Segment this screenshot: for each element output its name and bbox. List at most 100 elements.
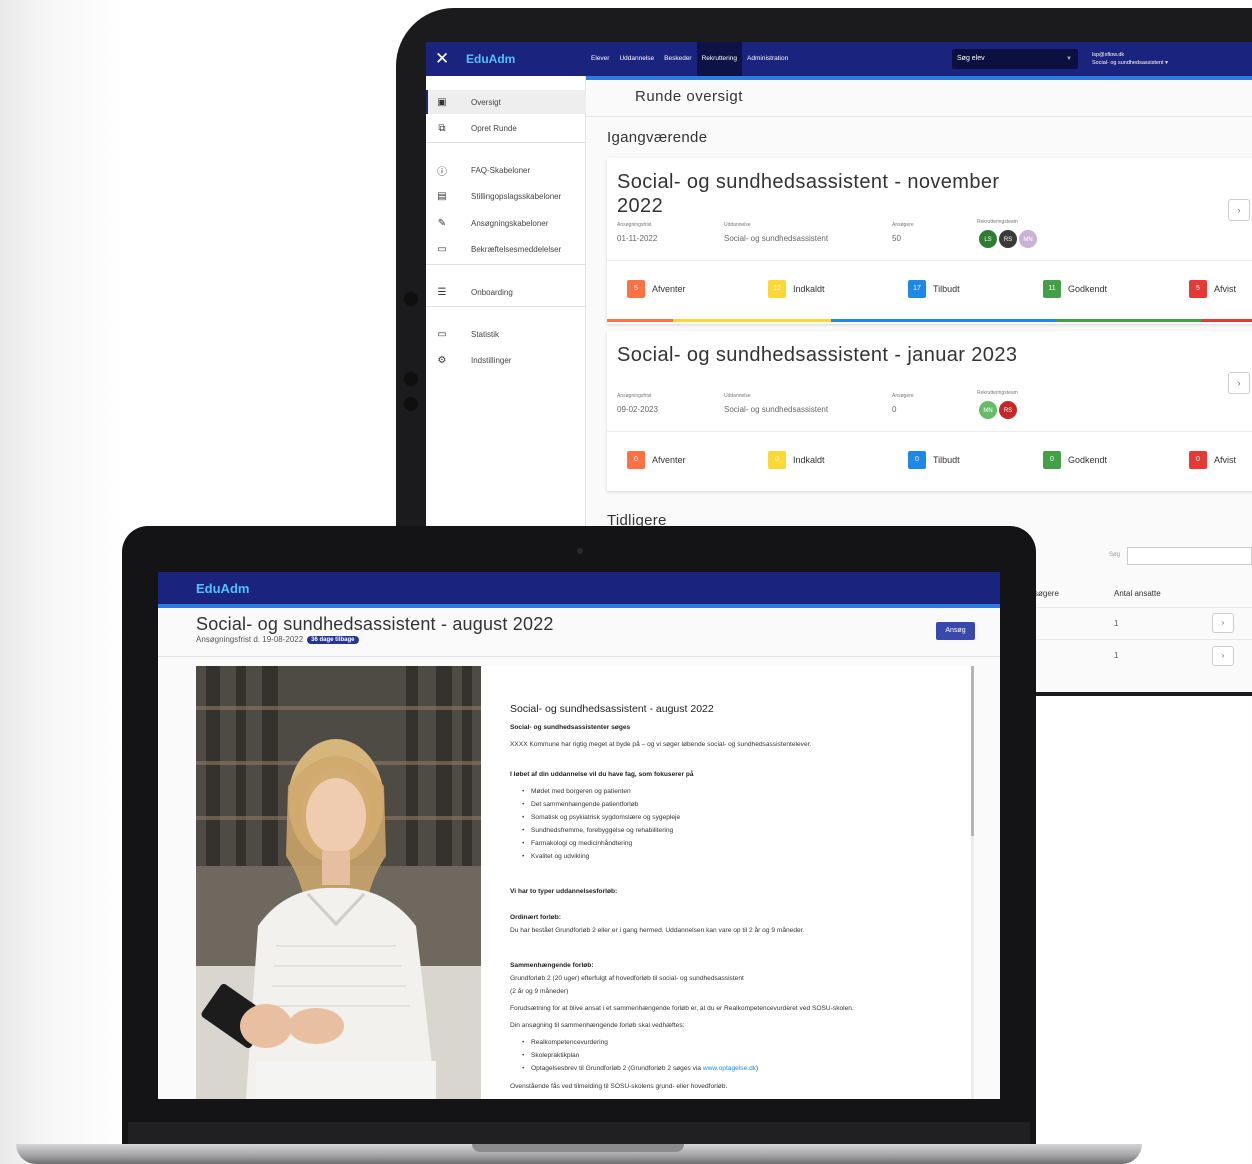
paragraph: Ovenstående fås ved tilmelding til SOSU-… xyxy=(510,1083,728,1090)
table-divider xyxy=(1026,607,1252,608)
nav-rekruttering[interactable]: Rekruttering xyxy=(696,42,743,76)
count-badge: 0 xyxy=(627,451,645,469)
progress-segment xyxy=(1201,319,1252,322)
applicants-value: 0 xyxy=(892,405,897,414)
section-heading-active: Igangværende xyxy=(607,129,708,146)
deadline-text: Ansøgningsfrist d. 19-08-2022 xyxy=(196,635,304,644)
deadline-value: 09-02-2023 xyxy=(617,405,658,414)
top-app-bar: EduAdm xyxy=(158,572,1000,604)
subheading: Vi har to typer uddannelsesforløb: xyxy=(510,888,618,895)
search-student-label: Søg elev xyxy=(957,55,985,62)
document-icon: ▤ xyxy=(437,190,447,202)
divider xyxy=(586,116,1252,117)
paragraph: Din ansøgning til sammenhængende forløb … xyxy=(510,1022,685,1029)
row-open-button[interactable]: › xyxy=(1212,613,1234,633)
count-badge: 0 xyxy=(1043,451,1061,469)
subheading: Social- og sundhedsassistenter søges xyxy=(510,724,631,731)
stat-godkendt[interactable]: 11 Godkendt xyxy=(1043,280,1107,298)
round-card[interactable]: Social- og sundhedsassistent - november … xyxy=(607,158,1252,324)
optagelse-link[interactable]: www.optagelse.dk xyxy=(703,1065,756,1072)
main-nav: Elever Uddannelse Beskeder Rekruttering … xyxy=(586,42,793,76)
stat-tilbudt[interactable]: 0 Tilbudt xyxy=(908,451,960,469)
sidebar-item-statistik[interactable]: ▭ Statistik xyxy=(426,322,586,346)
count-badge: 0 xyxy=(768,451,786,469)
table-search-input[interactable] xyxy=(1127,547,1252,565)
close-icon[interactable]: ✕ xyxy=(435,49,449,69)
open-round-button[interactable]: › xyxy=(1228,199,1250,221)
applicants-value: 50 xyxy=(892,234,901,243)
avatar[interactable]: RS xyxy=(998,400,1018,420)
sidebar-item-label: Bekræftelsesmeddelelser xyxy=(471,244,562,254)
sidebar-item-oversigt[interactable]: ▣ Oversigt xyxy=(426,90,586,114)
column-header[interactable]: Antal ansatte xyxy=(1114,589,1161,598)
stat-label: Tilbudt xyxy=(933,455,960,465)
stat-label: Godkendt xyxy=(1068,284,1108,294)
progress-segment xyxy=(607,319,673,322)
column-header[interactable]: søgere xyxy=(1034,589,1059,598)
nav-elever[interactable]: Elever xyxy=(586,42,614,76)
list-item: Sundhedsfremme, forebyggelse og rehabili… xyxy=(522,827,673,834)
team-label: Rekrutteringsteam xyxy=(977,219,1018,225)
paragraph: Grundforløb 2 (20 uger) efterfulgt af ho… xyxy=(510,975,744,982)
settings-icon: ⚙ xyxy=(437,354,447,366)
camera-icon xyxy=(577,548,583,554)
sidebar-item-indstillinger[interactable]: ⚙ Indstillinger xyxy=(426,348,586,372)
sidebar-item-ansoegning[interactable]: ✎ Ansøgningskabeloner xyxy=(426,211,586,235)
row-open-button[interactable]: › xyxy=(1212,646,1234,666)
scrollbar-thumb[interactable] xyxy=(971,666,974,836)
page-title: Runde oversigt xyxy=(635,88,743,105)
divider xyxy=(426,306,586,307)
open-round-button[interactable]: › xyxy=(1228,372,1250,394)
message-icon: ▭ xyxy=(437,243,447,255)
divider xyxy=(607,431,1252,432)
sidebar-item-stillingopslag[interactable]: ▤ Stillingopslagsskabeloner xyxy=(426,184,586,208)
avatar[interactable]: MN xyxy=(978,400,998,420)
nav-beskeder[interactable]: Beskeder xyxy=(659,42,696,76)
app-brand[interactable]: EduAdm xyxy=(196,581,249,596)
divider xyxy=(426,142,586,143)
stat-label: Afvist xyxy=(1214,284,1237,294)
stat-indkaldt[interactable]: 0 Indkaldt xyxy=(768,451,825,469)
stat-tilbudt[interactable]: 17 Tilbudt xyxy=(908,280,960,298)
search-student-select[interactable]: Søg elev ▼ xyxy=(952,49,1078,69)
applicants-label: Ansøgere xyxy=(892,393,914,399)
pencil-icon: ✎ xyxy=(437,217,447,229)
info-icon: ⓘ xyxy=(437,166,447,178)
deadline-row: Ansøgningsfrist d. 19-08-2022 36 dage ti… xyxy=(196,635,359,644)
subheading: I løbet af din uddannelse vil du have fa… xyxy=(510,771,694,778)
stat-indkaldt[interactable]: 12 Indkaldt xyxy=(768,280,825,298)
sidebar-item-label: Oversigt xyxy=(471,97,501,107)
sidebar-item-faq[interactable]: ⓘ FAQ-Skabeloner xyxy=(426,158,586,182)
applicants-label: Ansøgere xyxy=(892,222,914,228)
copy-icon: ⧉ xyxy=(438,122,446,134)
list-item: Kvalitet og udvikling xyxy=(522,853,589,860)
sidebar-item-onboarding[interactable]: ☰ Onboarding xyxy=(426,280,586,304)
round-card[interactable]: Social- og sundhedsassistent - januar 20… xyxy=(607,331,1252,491)
sidebar-item-bekraeftelse[interactable]: ▭ Bekræftelsesmeddelelser xyxy=(426,237,586,261)
monitor-button xyxy=(404,292,418,306)
avatar[interactable]: MN xyxy=(1018,229,1038,249)
stat-godkendt[interactable]: 0 Godkendt xyxy=(1043,451,1107,469)
nav-uddannelse[interactable]: Uddannelse xyxy=(614,42,659,76)
divider xyxy=(426,264,586,265)
sidebar-item-opret-runde[interactable]: ⧉ Opret Runde xyxy=(426,116,586,140)
progress-segment xyxy=(1055,319,1201,322)
avatar[interactable]: LS xyxy=(978,229,998,249)
list-item: Somatisk og psykiatrisk sygdomslære og s… xyxy=(522,814,680,821)
count-badge: 17 xyxy=(908,280,926,298)
user-menu[interactable]: lsp@xflow.dk Social- og sundhedsassisten… xyxy=(1092,51,1168,67)
stat-label: Indkaldt xyxy=(793,455,825,465)
education-value: Social- og sundhedsassistent xyxy=(724,234,829,243)
stat-afvist[interactable]: 0 Afvist xyxy=(1189,451,1236,469)
top-app-bar: ✕ EduAdm Elever Uddannelse Beskeder Rekr… xyxy=(426,42,1252,76)
apply-button[interactable]: Ansøg xyxy=(936,622,975,640)
sidebar-item-label: Statistik xyxy=(471,329,500,339)
nav-administration[interactable]: Administration xyxy=(742,42,793,76)
stat-afvist[interactable]: 5 Afvist xyxy=(1189,280,1236,298)
topbar-accent-line xyxy=(586,76,1252,80)
avatar[interactable]: RS xyxy=(998,229,1018,249)
stat-afventer[interactable]: 0 Afventer xyxy=(627,451,686,469)
app-brand[interactable]: EduAdm xyxy=(466,52,515,66)
stat-afventer[interactable]: 5 Afventer xyxy=(627,280,686,298)
sidebar-item-label: Indstillinger xyxy=(471,355,512,365)
